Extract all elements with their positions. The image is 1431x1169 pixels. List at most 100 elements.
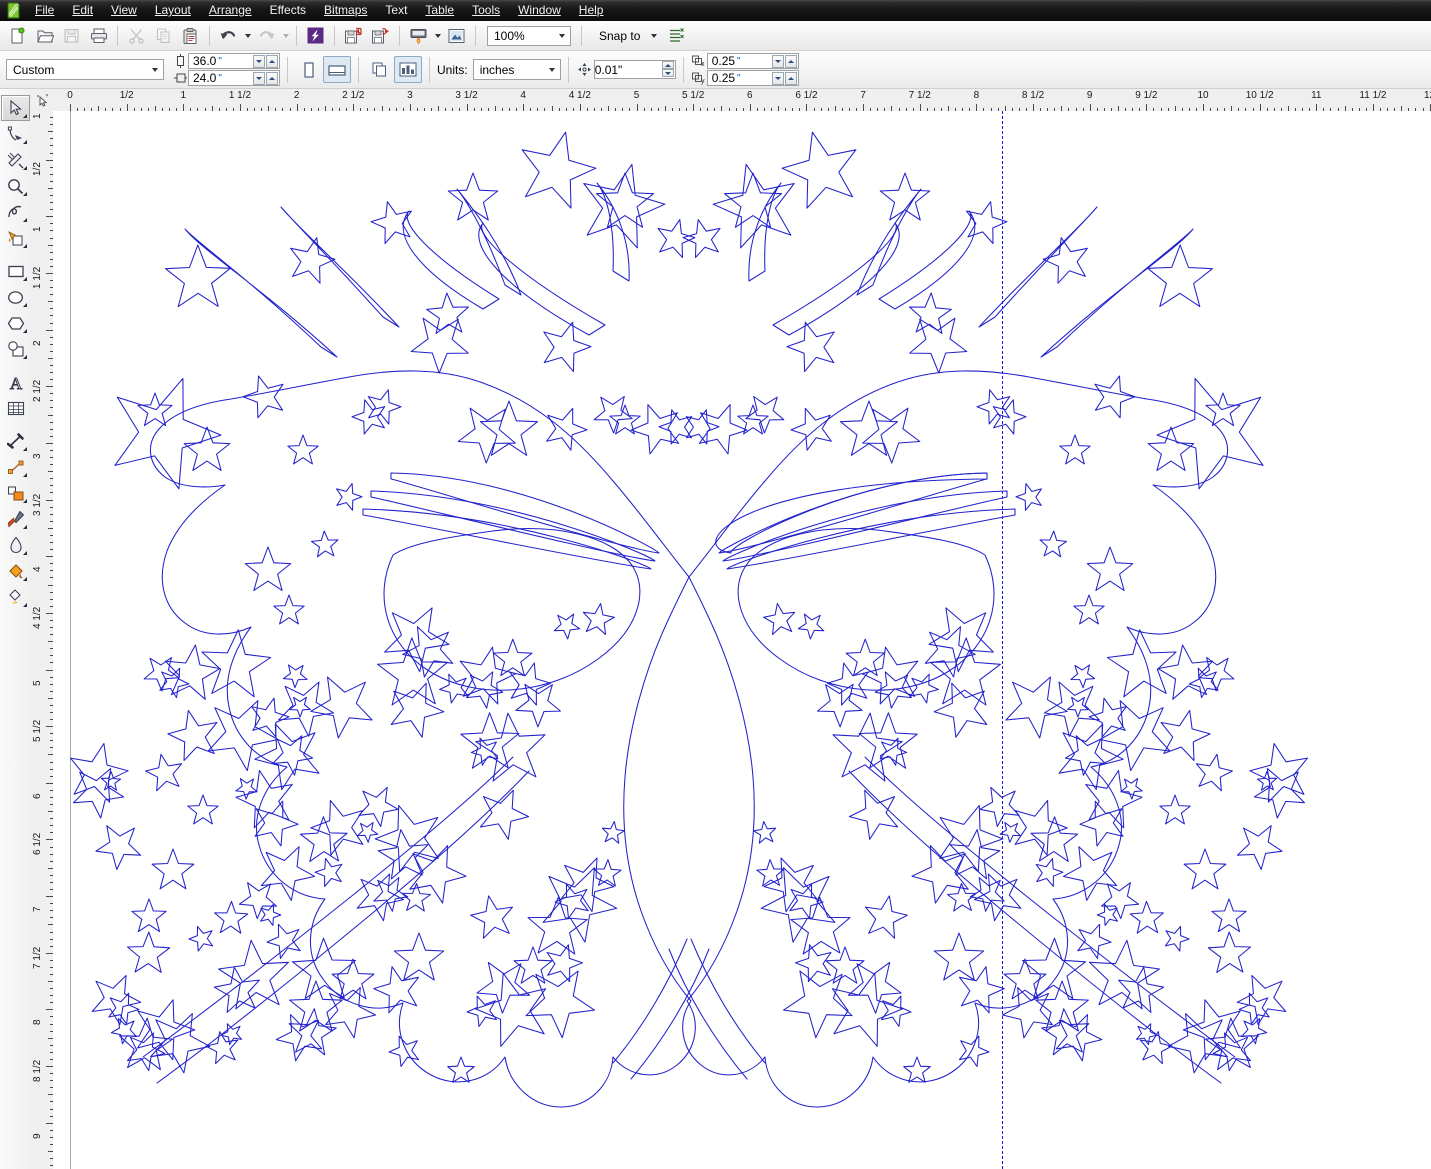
paper-type-combo[interactable]: Custom (6, 59, 164, 80)
horizontal-ruler[interactable]: 0 1/2 1 1 1/2 2 2 1/2 3 3 1/2 4 4 1/2 5 5 1/2 6 6 1/2… (31, 89, 1431, 112)
duplicate-x-field[interactable]: 0.25 " (706, 53, 799, 69)
application-launch-icon[interactable] (443, 23, 470, 49)
zoom-dropdown-arrow-icon[interactable] (554, 27, 570, 45)
smart-fill-tool[interactable] (1, 225, 30, 251)
table-tool[interactable] (1, 395, 30, 421)
menu-effects[interactable]: Effects (261, 1, 315, 20)
units-combo[interactable]: inches (472, 59, 561, 80)
menu-help[interactable]: Help (570, 1, 613, 20)
zoom-tool[interactable] (1, 173, 30, 199)
zoom-level-combo[interactable]: 100% (487, 25, 571, 46)
export-disk-icon[interactable] (367, 23, 394, 49)
pdf-publish-icon[interactable] (405, 23, 432, 49)
artwork-path (1073, 594, 1105, 625)
flyout-arrow-icon[interactable] (23, 551, 27, 555)
ruler-tick-label: 6 1/2 (32, 833, 43, 856)
open-folder-icon[interactable] (31, 23, 58, 49)
printer-icon[interactable] (85, 23, 112, 49)
flyout-arrow-icon[interactable] (23, 473, 27, 477)
ellipse-tool[interactable] (1, 284, 30, 310)
shape-tool[interactable] (1, 121, 30, 147)
flyout-arrow-icon[interactable] (23, 140, 27, 144)
units-dropdown-arrow-icon[interactable] (544, 61, 560, 79)
snap-options-icon[interactable] (663, 23, 690, 49)
page-width-spin-down[interactable] (253, 54, 265, 68)
flyout-arrow-icon[interactable] (23, 192, 27, 196)
flyout-arrow-icon[interactable] (23, 577, 27, 581)
undo-arrow-icon[interactable] (215, 23, 242, 49)
flyout-arrow-icon[interactable] (23, 244, 27, 248)
menu-arrange[interactable]: Arrange (200, 1, 261, 20)
pdf-dropdown-arrow-icon[interactable] (432, 25, 443, 47)
all-pages-icon[interactable] (366, 56, 394, 83)
crop-tool[interactable] (1, 147, 30, 173)
purple-lightning-icon[interactable] (302, 23, 329, 49)
duplicate-x-spin-down[interactable] (771, 54, 784, 68)
flyout-arrow-icon[interactable] (23, 525, 27, 529)
menu-view[interactable]: View (102, 1, 146, 20)
connector-tool[interactable] (1, 454, 30, 480)
flyout-arrow-icon[interactable] (23, 499, 27, 503)
undo-dropdown-arrow-icon[interactable] (242, 25, 253, 47)
rectangle-tool[interactable] (1, 258, 30, 284)
nudge-offset-field[interactable]: 0.01 " (593, 60, 676, 79)
page-height-spin-down[interactable] (253, 71, 265, 85)
paper-type-dropdown-arrow-icon[interactable] (147, 61, 163, 79)
menu-bitmaps[interactable]: Bitmaps (315, 1, 376, 20)
menu-layout[interactable]: Layout (146, 1, 200, 20)
flyout-arrow-icon[interactable] (23, 329, 27, 333)
flyout-arrow-icon[interactable] (23, 218, 27, 222)
blend-tool[interactable] (1, 480, 30, 506)
floppy-save-icon[interactable] (58, 23, 85, 49)
menu-file[interactable]: File (26, 1, 63, 20)
drawing-canvas[interactable] (53, 111, 1431, 1169)
menu-window[interactable]: Window (509, 1, 570, 20)
redo-dropdown-arrow-icon[interactable] (280, 25, 291, 47)
scissors-icon[interactable] (123, 23, 150, 49)
menu-table-label: Table (425, 3, 455, 17)
page-height-spin-up[interactable] (266, 71, 278, 85)
menu-text[interactable]: Text (376, 1, 416, 20)
snap-to-label: Snap to (599, 28, 641, 43)
clipboard-paste-icon[interactable] (177, 23, 204, 49)
landscape-page-icon[interactable] (323, 56, 351, 83)
flyout-arrow-icon[interactable] (23, 355, 27, 359)
flyout-arrow-icon[interactable] (23, 303, 27, 307)
duplicate-y-field[interactable]: 0.25 " (706, 70, 799, 86)
interactive-fill-tool[interactable] (1, 584, 30, 610)
dimension-tool[interactable] (1, 428, 30, 454)
color-eyedropper[interactable] (1, 506, 30, 532)
outline-tool[interactable] (1, 532, 30, 558)
menu-edit[interactable]: Edit (63, 1, 102, 20)
snap-to-menu[interactable]: Snap to (599, 29, 640, 43)
new-document-icon[interactable] (4, 23, 31, 49)
freehand-tool[interactable] (1, 199, 30, 225)
perfect-shapes-tool[interactable] (1, 336, 30, 362)
vertical-ruler[interactable]: 1 1/2 1 1 1/2 2 2 1/2 3 3 1/2 4 4 1/2 5 5 1/2 6 6 1/2… (31, 111, 54, 1169)
copy-icon[interactable] (150, 23, 177, 49)
page-width-spin-up[interactable] (266, 54, 278, 68)
flyout-arrow-icon[interactable] (23, 114, 27, 118)
fill-tool[interactable] (1, 558, 30, 584)
flyout-arrow-icon[interactable] (23, 603, 27, 607)
page-width-field[interactable]: 36.0 " (188, 53, 280, 69)
page-height-field[interactable]: 24.0 " (188, 70, 280, 86)
text-tool[interactable]: A (1, 369, 30, 395)
flyout-arrow-icon[interactable] (23, 277, 27, 281)
menu-tools[interactable]: Tools (463, 1, 509, 20)
flyout-arrow-icon[interactable] (23, 447, 27, 451)
flyout-arrow-icon[interactable] (23, 166, 27, 170)
portrait-page-icon[interactable] (295, 56, 323, 83)
duplicate-y-spin-down[interactable] (771, 71, 784, 85)
menu-table[interactable]: Table (416, 1, 463, 20)
duplicate-x-spin-up[interactable] (784, 54, 797, 68)
snap-to-dropdown-arrow-icon[interactable] (648, 25, 659, 47)
duplicate-y-spin-up[interactable] (784, 71, 797, 85)
ruler-origin-icon[interactable] (31, 89, 53, 111)
current-page-icon[interactable] (394, 56, 422, 83)
polygon-tool[interactable] (1, 310, 30, 336)
redo-arrow-icon[interactable] (253, 23, 280, 49)
star-burst-masquerade-mask[interactable] (53, 111, 1431, 1169)
pick-tool[interactable] (1, 95, 30, 121)
import-disk-icon[interactable] (340, 23, 367, 49)
